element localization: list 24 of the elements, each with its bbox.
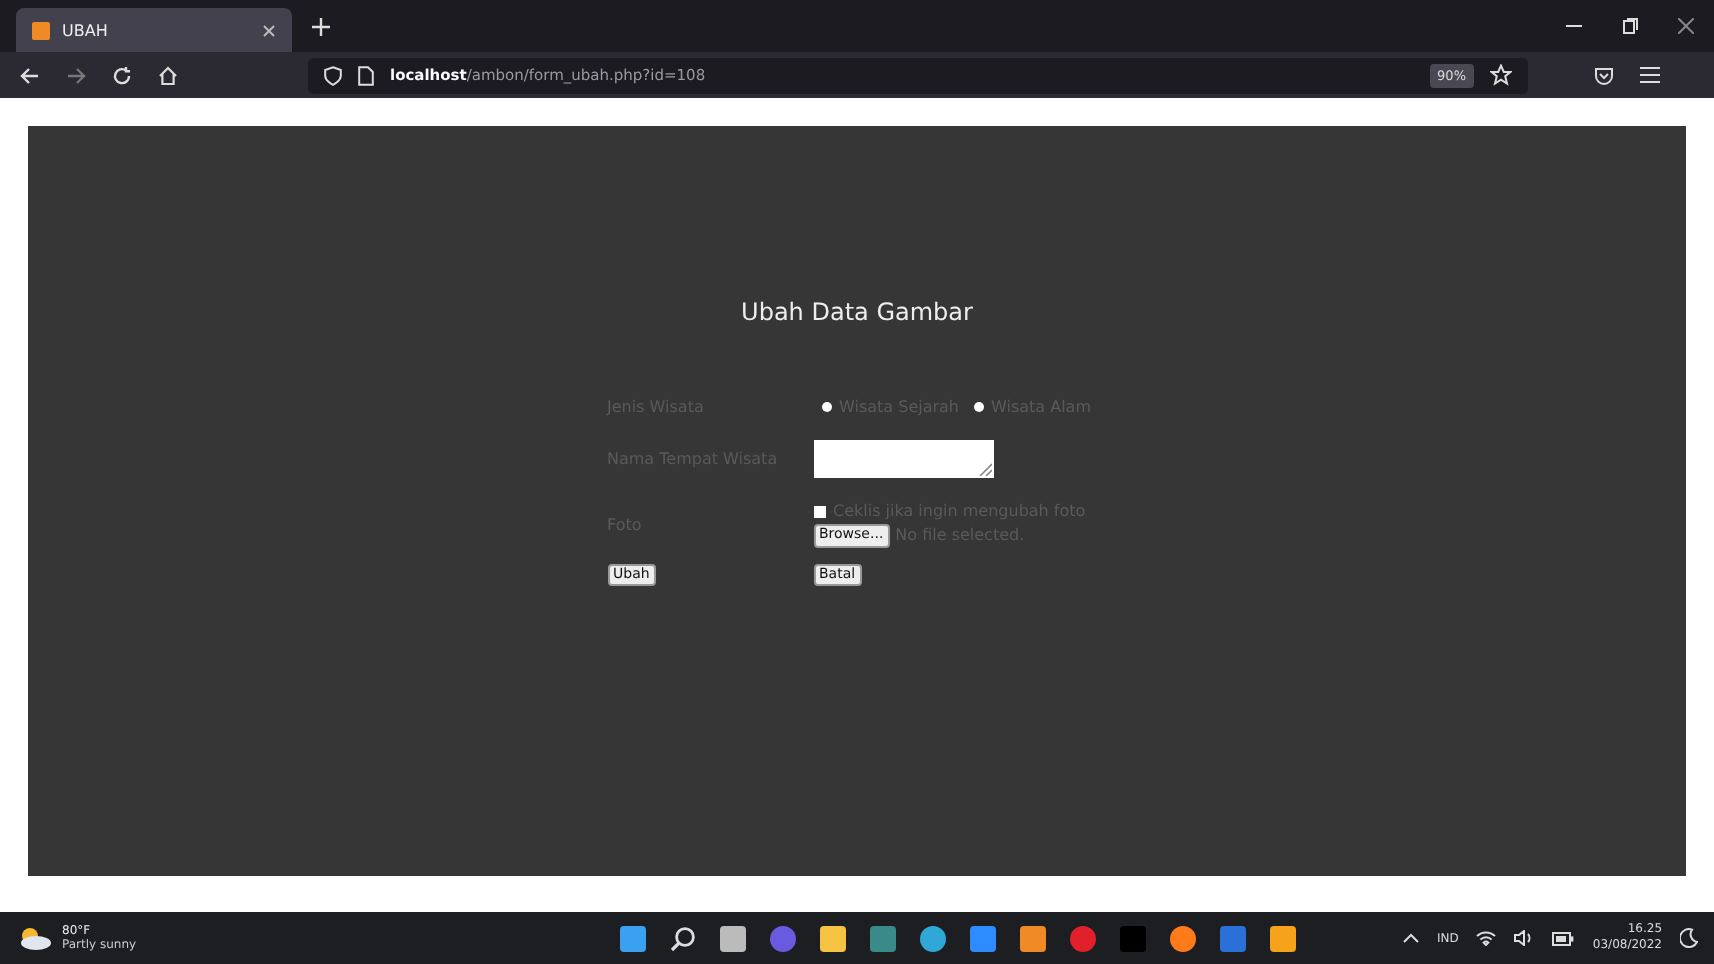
close-tab-icon[interactable] — [262, 23, 276, 37]
chevron-up-icon[interactable] — [1401, 932, 1420, 944]
favicon-icon — [32, 21, 50, 39]
speaker-icon[interactable] — [1514, 930, 1535, 946]
reload-icon[interactable] — [112, 65, 132, 85]
star-icon[interactable] — [1490, 64, 1512, 86]
moon-icon[interactable] — [1680, 928, 1699, 948]
search-icon[interactable] — [670, 925, 697, 951]
forward-icon[interactable] — [66, 65, 86, 85]
home-icon[interactable] — [158, 65, 178, 85]
page-icon — [358, 65, 374, 85]
battery-icon[interactable] — [1552, 931, 1575, 945]
back-icon[interactable] — [20, 65, 40, 85]
browser-tab[interactable]: UBAH — [16, 8, 292, 52]
restore-icon[interactable] — [1622, 18, 1638, 34]
form-title: Ubah Data Gambar — [739, 298, 975, 326]
wifi-icon[interactable] — [1476, 930, 1497, 946]
resize-grip-icon[interactable] — [977, 462, 991, 476]
new-tab-icon[interactable] — [312, 17, 330, 35]
close-icon[interactable] — [1678, 18, 1694, 34]
pocket-icon[interactable] — [1594, 65, 1614, 85]
shield-icon — [324, 65, 342, 85]
weather-icon — [16, 926, 52, 950]
menu-icon[interactable] — [1640, 66, 1660, 84]
